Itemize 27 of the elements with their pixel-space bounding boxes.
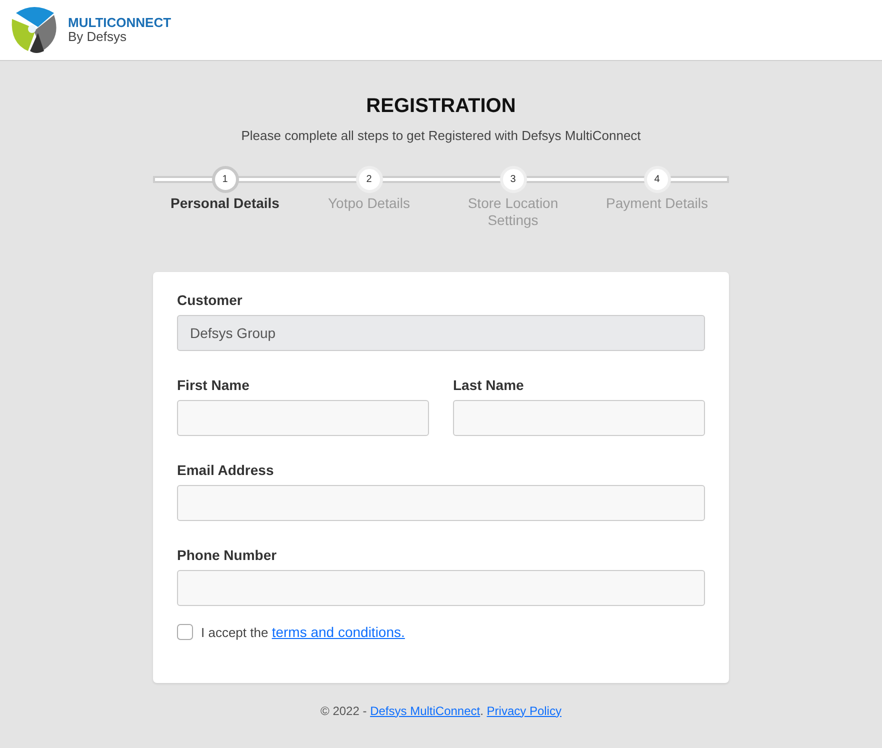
step-label: Personal Details bbox=[170, 194, 280, 212]
input-field[interactable] bbox=[177, 400, 429, 436]
step-label: Payment Details bbox=[606, 194, 708, 212]
step-number[interactable]: 4 bbox=[644, 166, 670, 192]
terms-text: I accept the terms and conditions. bbox=[201, 622, 405, 642]
checkbox[interactable] bbox=[177, 624, 193, 640]
logo-tagline: By Defsys bbox=[68, 30, 128, 44]
input-field[interactable] bbox=[177, 570, 705, 606]
privacy-link[interactable]: Privacy Policy bbox=[486, 704, 562, 718]
input-field[interactable] bbox=[177, 484, 705, 520]
page-title: REGISTRATION bbox=[365, 94, 517, 118]
field-label: Last Name bbox=[453, 376, 525, 394]
input-field[interactable] bbox=[453, 400, 705, 436]
field-label: Email Address bbox=[177, 460, 275, 480]
step-number[interactable]: 2 bbox=[356, 166, 382, 192]
step-number[interactable]: 3 bbox=[500, 166, 526, 192]
page-subtitle: Please complete all steps to get Registered with Defsys MultiConnect bbox=[240, 127, 642, 145]
terms-link[interactable]: terms and conditions. bbox=[272, 624, 405, 640]
company-link[interactable]: Defsys MultiConnect bbox=[370, 704, 480, 718]
step-label: Store Location Settings bbox=[466, 194, 560, 228]
footer-text: © 2022 - Defsys MultiConnect. Privacy Policy bbox=[320, 704, 562, 718]
field-label: Customer bbox=[177, 290, 244, 310]
field-label: First Name bbox=[177, 376, 250, 394]
step-number[interactable]: 1 bbox=[212, 166, 238, 192]
logo-name: MULTICONNECT bbox=[68, 16, 172, 30]
field-label: Phone Number bbox=[177, 546, 278, 564]
step-label: Yotpo Details bbox=[328, 194, 410, 212]
